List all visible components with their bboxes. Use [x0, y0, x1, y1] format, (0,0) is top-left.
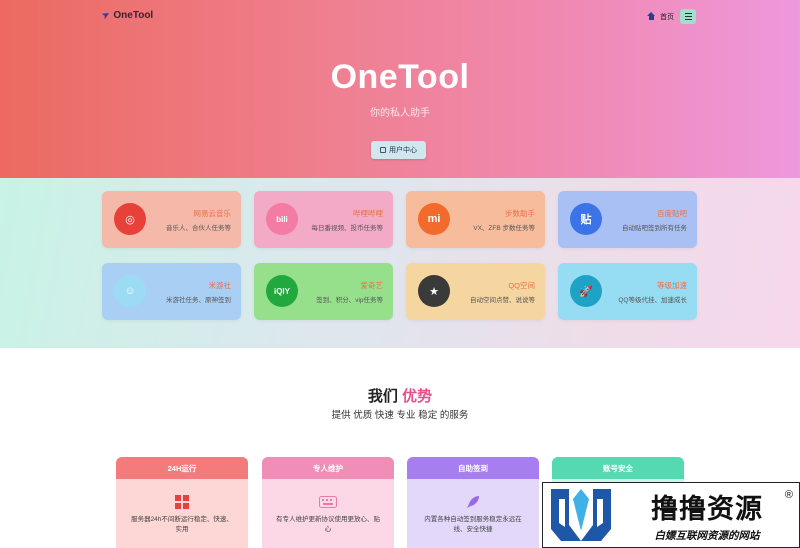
windows-icon	[116, 491, 248, 513]
advantage-card: 自助签到内置各种自动签到服务稳定永远在线、安全快捷	[407, 457, 539, 548]
tool-card[interactable]: ☺ 米游社米游社任务、原神签到	[102, 263, 241, 320]
hamburger-icon	[684, 12, 692, 15]
steps-icon: mi	[418, 203, 450, 235]
watermark-banner: 撸撸资源 白嫖互联网资源的网站 ®	[542, 482, 800, 548]
paper-plane-icon: ➤	[99, 8, 113, 23]
tool-card[interactable]: ★ QQ空间自动空间点赞、说说等	[406, 263, 545, 320]
tool-card-desc: 签到、积分、vip任务等	[316, 297, 383, 304]
advantage-card-desc: 服务器24h不间断运行稳定、快速、实用	[131, 516, 233, 533]
advantages-title: 我们 优势	[0, 385, 800, 406]
menu-toggle-button[interactable]	[680, 9, 696, 24]
advantage-card: 专人维护有专人维护更新协议使用更放心、贴心	[262, 457, 394, 548]
watermark-logo-icon	[547, 485, 615, 545]
tool-card-title: 步数助手	[505, 209, 535, 218]
advantage-card-desc: 有专人维护更新协议使用更放心、贴心	[276, 516, 380, 533]
tool-card-desc: 自动空间点赞、说说等	[470, 297, 535, 304]
user-center-label: 用户中心	[389, 147, 417, 154]
watermark-slogan: 白嫖互联网资源的网站	[654, 530, 760, 542]
advantage-card-desc: 内置各种自动签到服务稳定永远在线、安全快捷	[424, 516, 522, 533]
top-nav: 首页	[647, 9, 696, 24]
tool-card-title: 米游社	[208, 281, 232, 290]
tool-card-desc: 米游社任务、原神签到	[166, 297, 231, 304]
tool-card-desc: 每日番视频、投币任务等	[311, 225, 384, 232]
rocket-icon	[407, 491, 539, 513]
advantages-title-prefix: 我们	[367, 388, 398, 405]
registered-mark: ®	[784, 489, 793, 501]
hero-title: OneTool	[330, 58, 470, 96]
watermark-title: 撸撸资源	[651, 494, 763, 524]
hero-banner: ➤ OneTool 首页 OneTool 你的私人助手 用户中心	[0, 0, 800, 178]
nav-home-link[interactable]: 首页	[647, 12, 674, 22]
tools-section: ◎ 网易云音乐音乐人、合伙人任务等 bili 哔哩哔哩每日番视频、投币任务等 mi 步数助…	[0, 178, 800, 348]
tool-card-desc: QQ等级代挂、加速成长	[618, 297, 687, 304]
user-center-icon	[380, 147, 386, 153]
tool-card-title: QQ空间	[508, 281, 535, 290]
iqiyi-icon: iQIY	[266, 275, 298, 307]
tool-card-desc: 自动贴吧签到所有任务	[622, 225, 687, 232]
advantage-card-title: 账号安全	[552, 457, 684, 479]
brand-logo[interactable]: ➤ OneTool	[99, 8, 154, 23]
netease-music-icon: ◎	[114, 203, 146, 235]
brand-name: OneTool	[113, 10, 154, 21]
user-center-button[interactable]: 用户中心	[371, 141, 426, 159]
tool-card-desc: 音乐人、合伙人任务等	[166, 225, 231, 232]
bilibili-icon: bili	[266, 203, 298, 235]
tool-card-title: 爱奇艺	[360, 281, 384, 290]
rocket-icon: 🚀	[570, 275, 602, 307]
advantage-card-title: 专人维护	[262, 457, 394, 479]
miyoushe-icon: ☺	[114, 275, 146, 307]
tieba-icon: 贴	[570, 203, 602, 235]
tool-card[interactable]: bili 哔哩哔哩每日番视频、投币任务等	[254, 191, 393, 248]
keyboard-icon	[262, 491, 394, 513]
advantage-card-title: 24H运行	[116, 457, 248, 479]
tool-card[interactable]: 🚀 等级加速 QQ等级代挂、加速成长	[558, 263, 697, 320]
advantages-title-highlight: 优势	[402, 388, 433, 405]
qzone-icon: ★	[418, 275, 450, 307]
tool-card-title: 百度贴吧	[657, 209, 687, 218]
advantage-card-title: 自助签到	[407, 457, 539, 479]
hero-subtitle: 你的私人助手	[370, 108, 430, 119]
nav-home-label: 首页	[660, 13, 674, 21]
tool-card-title: 等级加速	[657, 281, 687, 290]
tool-card[interactable]: ◎ 网易云音乐音乐人、合伙人任务等	[102, 191, 241, 248]
tool-card-title: 哔哩哔哩	[353, 209, 383, 218]
tool-card[interactable]: iQIY 爱奇艺签到、积分、vip任务等	[254, 263, 393, 320]
advantages-subtitle: 提供 优质 快速 专业 稳定 的服务	[331, 410, 469, 421]
tool-card[interactable]: 贴 百度贴吧自动贴吧签到所有任务	[558, 191, 697, 248]
home-icon	[647, 12, 656, 21]
advantage-card: 24H运行服务器24h不间断运行稳定、快速、实用	[116, 457, 248, 548]
tool-card-desc: VX、ZFB 步数任务等	[473, 225, 535, 232]
tool-card-title: 网易云音乐	[193, 209, 232, 218]
tool-card[interactable]: mi 步数助手 VX、ZFB 步数任务等	[406, 191, 545, 248]
